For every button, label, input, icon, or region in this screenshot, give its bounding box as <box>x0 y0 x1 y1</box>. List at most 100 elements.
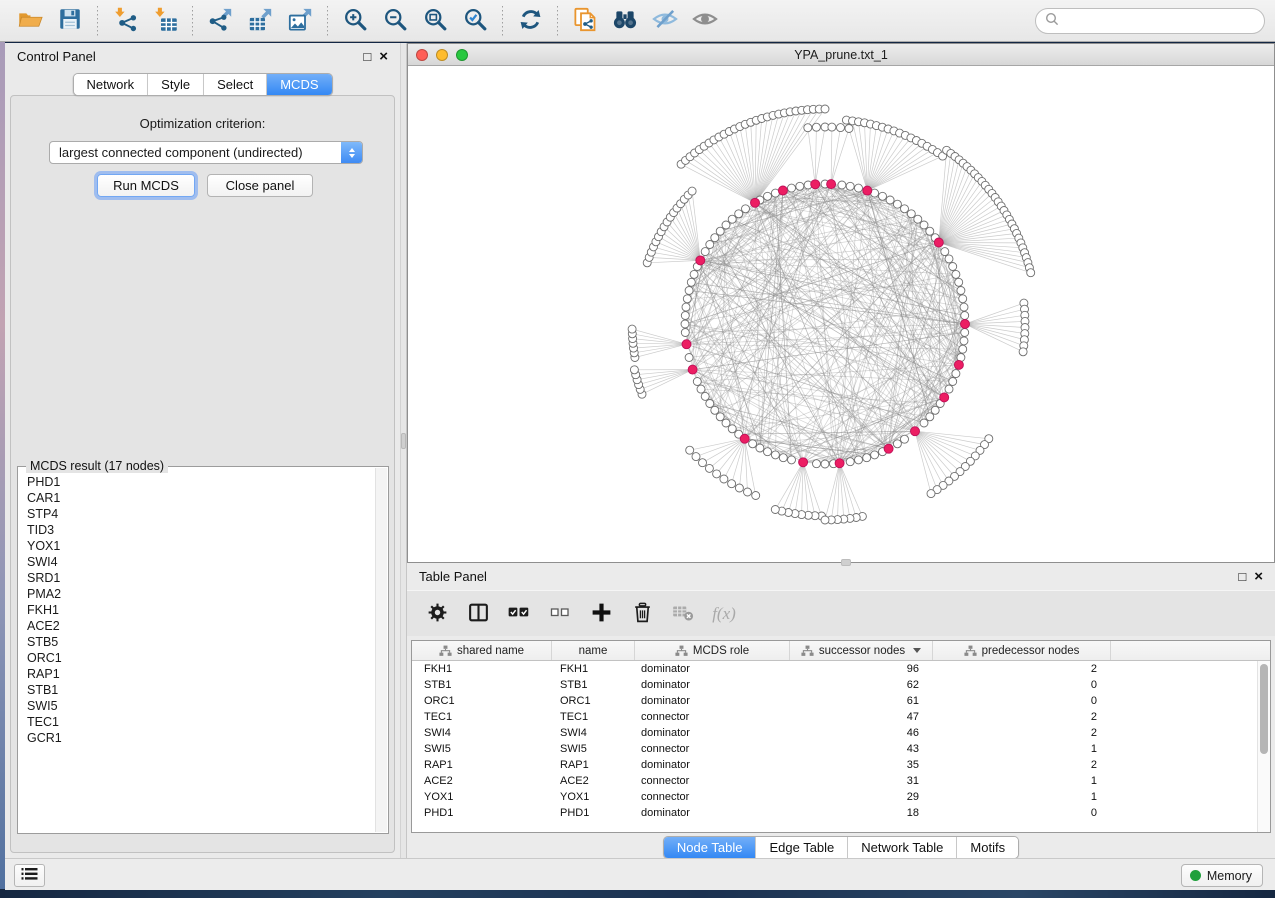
mcds-item[interactable]: YOX1 <box>27 538 371 554</box>
table-row[interactable]: PHD1PHD1dominator180 <box>412 805 1257 821</box>
column-header[interactable]: name <box>552 641 635 660</box>
table-panel: Table Panel □ × f(x) shared namenameMCDS… <box>407 563 1275 858</box>
gear-icon <box>426 601 449 627</box>
mcds-scrollbar[interactable] <box>375 468 387 832</box>
show-all-button[interactable] <box>685 3 725 39</box>
deselect-all-button[interactable] <box>548 599 572 629</box>
table-row[interactable]: SWI5SWI5connector431 <box>412 741 1257 757</box>
tab-select[interactable]: Select <box>203 74 266 95</box>
tab-network[interactable]: Network <box>73 74 147 95</box>
table-cell: FKH1 <box>412 663 552 675</box>
function-builder-button[interactable]: f(x) <box>712 599 736 629</box>
network-titlebar[interactable]: YPA_prune.txt_1 <box>408 44 1274 66</box>
table-scrollbar[interactable] <box>1257 661 1270 832</box>
table-cell: connector <box>635 743 790 755</box>
window-close-icon[interactable] <box>416 49 428 61</box>
close-panel-button[interactable]: Close panel <box>207 174 313 197</box>
mcds-item[interactable]: STB1 <box>27 682 371 698</box>
table-scrollbar-thumb[interactable] <box>1260 664 1268 754</box>
mcds-item[interactable]: STB5 <box>27 634 371 650</box>
import-network-button[interactable] <box>105 3 145 39</box>
mcds-item[interactable]: ORC1 <box>27 650 371 666</box>
memory-button[interactable]: Memory <box>1181 864 1263 887</box>
table-row[interactable]: TEC1TEC1connector472 <box>412 709 1257 725</box>
search-box[interactable] <box>1035 8 1265 34</box>
table-row[interactable]: FKH1FKH1dominator962 <box>412 661 1257 677</box>
splitter-handle[interactable] <box>401 433 406 449</box>
window-maximize-icon[interactable] <box>456 49 468 61</box>
window-minimize-icon[interactable] <box>436 49 448 61</box>
open-file-button[interactable] <box>10 3 50 39</box>
select-all-button[interactable] <box>507 599 531 629</box>
table-row[interactable]: ACE2ACE2connector311 <box>412 773 1257 789</box>
add-column-button[interactable] <box>589 599 613 629</box>
mcds-item[interactable]: SWI5 <box>27 698 371 714</box>
export-network-button[interactable] <box>200 3 240 39</box>
tab-network-table[interactable]: Network Table <box>847 837 956 858</box>
search-network-button[interactable] <box>605 3 645 39</box>
export-table-icon <box>247 6 274 36</box>
horizontal-splitter-handle[interactable] <box>841 559 851 566</box>
tab-motifs[interactable]: Motifs <box>956 837 1018 858</box>
save-button[interactable] <box>50 3 90 39</box>
column-header[interactable]: predecessor nodes <box>933 641 1111 660</box>
show-columns-button[interactable] <box>466 599 490 629</box>
zoom-fit-button[interactable] <box>415 3 455 39</box>
table-cell: FKH1 <box>552 663 635 675</box>
mcds-item[interactable]: PMA2 <box>27 586 371 602</box>
search-input[interactable] <box>1064 14 1255 28</box>
table-row[interactable]: STB1STB1dominator620 <box>412 677 1257 693</box>
zoom-out-button[interactable] <box>375 3 415 39</box>
mcds-item[interactable]: PHD1 <box>27 474 371 490</box>
close-table-panel-icon[interactable]: × <box>1254 569 1263 584</box>
mcds-item[interactable]: ACE2 <box>27 618 371 634</box>
network-graph[interactable] <box>408 66 1274 562</box>
mcds-item[interactable]: FKH1 <box>27 602 371 618</box>
tab-edge-table[interactable]: Edge Table <box>755 837 847 858</box>
table-cell: STB1 <box>412 679 552 691</box>
mcds-item[interactable]: CAR1 <box>27 490 371 506</box>
mcds-item[interactable]: TID3 <box>27 522 371 538</box>
mcds-item[interactable]: SRD1 <box>27 570 371 586</box>
export-table-button[interactable] <box>240 3 280 39</box>
task-history-button[interactable] <box>14 864 45 887</box>
optimization-criterion-select[interactable]: largest connected component (undirected) <box>49 141 363 164</box>
import-table-button[interactable] <box>145 3 185 39</box>
tab-style[interactable]: Style <box>147 74 203 95</box>
table-cell: YOX1 <box>412 791 552 803</box>
columns-icon <box>467 601 490 627</box>
mcds-item[interactable]: STP4 <box>27 506 371 522</box>
delete-column-button[interactable] <box>630 599 654 629</box>
column-header[interactable]: shared name <box>412 641 552 660</box>
copy-current-style-button[interactable] <box>565 3 605 39</box>
column-header[interactable]: MCDS role <box>635 641 790 660</box>
delete-table-button[interactable] <box>671 599 695 629</box>
mcds-item[interactable]: SWI4 <box>27 554 371 570</box>
zoom-in-button[interactable] <box>335 3 375 39</box>
list-icon <box>21 867 38 884</box>
close-panel-icon[interactable]: × <box>379 49 388 64</box>
zoom-selected-button[interactable] <box>455 3 495 39</box>
hide-selected-button[interactable] <box>645 3 685 39</box>
table-row[interactable]: RAP1RAP1dominator352 <box>412 757 1257 773</box>
table-row[interactable]: SWI4SWI4dominator462 <box>412 725 1257 741</box>
mcds-item[interactable]: TEC1 <box>27 714 371 730</box>
vertical-splitter[interactable] <box>400 43 407 858</box>
run-mcds-button[interactable]: Run MCDS <box>97 174 195 197</box>
table-settings-button[interactable] <box>425 599 449 629</box>
mcds-item[interactable]: RAP1 <box>27 666 371 682</box>
network-canvas[interactable] <box>408 66 1274 562</box>
column-header[interactable]: successor nodes <box>790 641 933 660</box>
table-header-row: shared namenameMCDS rolesuccessor nodesp… <box>412 641 1270 661</box>
export-image-button[interactable] <box>280 3 320 39</box>
optimization-criterion-value: largest connected component (undirected) <box>50 145 341 160</box>
float-panel-icon[interactable]: □ <box>363 50 371 63</box>
eye-slash-icon <box>651 5 679 36</box>
refresh-button[interactable] <box>510 3 550 39</box>
float-table-panel-icon[interactable]: □ <box>1238 570 1246 583</box>
table-row[interactable]: YOX1YOX1connector291 <box>412 789 1257 805</box>
tab-node-table[interactable]: Node Table <box>664 837 756 858</box>
mcds-item[interactable]: GCR1 <box>27 730 371 746</box>
table-row[interactable]: ORC1ORC1dominator610 <box>412 693 1257 709</box>
tab-mcds[interactable]: MCDS <box>266 74 331 95</box>
